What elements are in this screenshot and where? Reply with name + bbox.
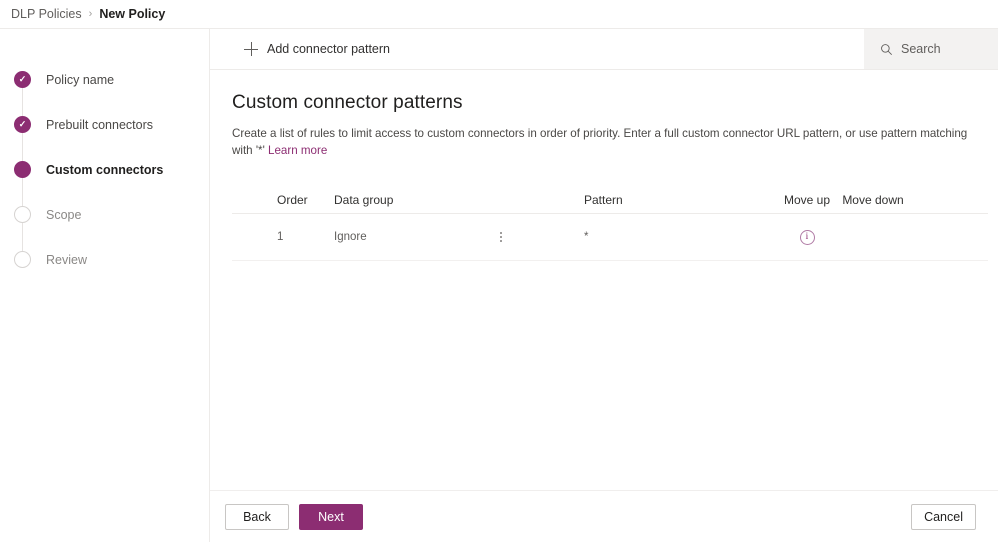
info-circle-icon[interactable]: i [799,229,815,245]
search-icon [881,43,893,55]
step-complete-icon: ✓ [14,116,31,133]
main-shell: ✓ Policy name ✓ Prebuilt connectors Cust… [0,28,998,542]
sidebar-item-policy-name[interactable]: ✓ Policy name [0,57,209,116]
plus-icon [244,42,258,56]
sidebar-item-label: Prebuilt connectors [46,117,154,132]
column-header-move-up: Move up [783,193,831,207]
search-input[interactable]: Search [864,29,998,69]
sidebar-item-label: Review [46,252,87,267]
cell-move-up[interactable]: i [776,229,838,245]
checkmark-glyph: ✓ [18,74,27,84]
cell-pattern: * [584,231,589,243]
breadcrumb-current-new-policy: New Policy [99,7,166,21]
next-button[interactable]: Next [299,503,363,530]
breadcrumb: DLP Policies › New Policy [0,0,998,28]
wizard-sidebar: ✓ Policy name ✓ Prebuilt connectors Cust… [0,29,210,542]
sidebar-item-label: Custom connectors [46,162,164,177]
sidebar-item-scope[interactable]: Scope [0,192,209,251]
step-complete-icon: ✓ [14,71,31,88]
sidebar-item-label: Scope [46,207,82,222]
wizard-steps: ✓ Policy name ✓ Prebuilt connectors Cust… [0,57,209,282]
add-connector-pattern-label: Add connector pattern [267,42,390,56]
table-header-row: Order Data group Pattern Move up Move do… [232,188,988,214]
sidebar-item-custom-connectors[interactable]: Custom connectors [0,147,209,206]
column-header-move-down: Move down [842,193,904,207]
table-row[interactable]: 1 Ignore * i [232,214,988,261]
page-title: Custom connector patterns [232,92,463,113]
search-placeholder: Search [901,42,941,56]
breadcrumb-separator-icon: › [88,7,93,20]
step-current-icon [14,161,31,178]
page-description: Create a list of rules to limit access t… [232,125,976,159]
footer-primary-actions: Back Next [225,503,363,530]
breadcrumb-link-dlp-policies[interactable]: DLP Policies [11,7,82,21]
learn-more-link[interactable]: Learn more [268,144,327,157]
cancel-button[interactable]: Cancel [911,503,976,530]
cell-order: 1 [277,231,284,243]
content-panel: Add connector pattern Search Custom conn… [210,29,998,542]
command-bar: Add connector pattern Search [210,29,998,70]
column-header-pattern: Pattern [584,193,623,207]
step-pending-icon [14,206,31,223]
step-pending-icon [14,251,31,268]
footer-secondary-actions: Cancel [911,503,976,530]
kebab-menu-icon[interactable] [494,232,508,242]
wizard-footer: Back Next Cancel [210,490,998,542]
sidebar-item-review[interactable]: Review [0,237,209,282]
main-content: Custom connector patterns Create a list … [210,70,998,490]
sidebar-item-prebuilt-connectors[interactable]: ✓ Prebuilt connectors [0,102,209,161]
column-header-data-group: Data group [334,193,394,207]
column-header-order: Order [277,193,308,207]
cell-data-group[interactable]: Ignore [314,231,514,243]
command-bar-actions: Add connector pattern [210,29,864,69]
connector-patterns-table: Order Data group Pattern Move up Move do… [232,188,988,261]
page-description-text: Create a list of rules to limit access t… [232,127,968,157]
back-button[interactable]: Back [225,503,289,530]
checkmark-glyph: ✓ [18,119,27,129]
add-connector-pattern-button[interactable]: Add connector pattern [240,37,394,61]
sidebar-item-label: Policy name [46,72,115,87]
cell-data-group-value: Ignore [334,231,367,243]
